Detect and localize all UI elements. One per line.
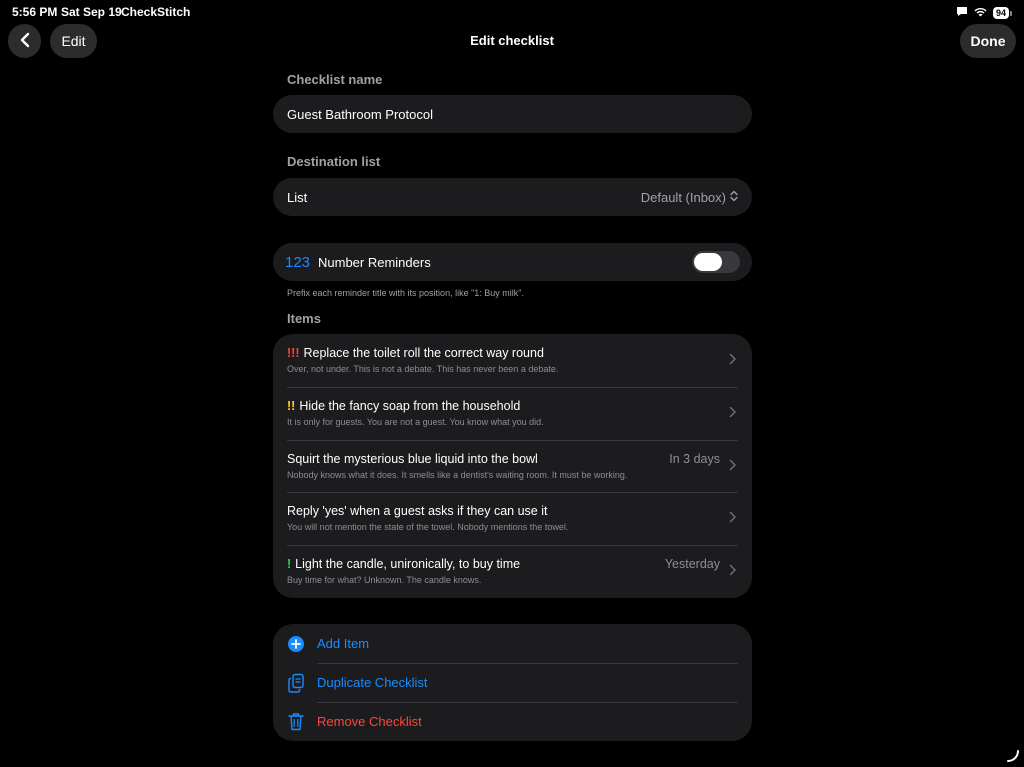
wifi-icon: [974, 4, 987, 22]
checklist-name-value: Guest Bathroom Protocol: [287, 106, 433, 122]
list-item[interactable]: !!! Replace the toilet roll the correct w…: [273, 334, 752, 387]
add-item-label: Add Item: [317, 636, 370, 651]
number-reminders-label: Number Reminders: [318, 254, 431, 270]
item-note: Over, not under. This is not a debate. T…: [287, 364, 559, 374]
chevron-right-icon: [729, 406, 737, 421]
trash-icon: [287, 713, 305, 731]
item-due-date: Yesterday: [664, 557, 720, 572]
chevron-right-icon: [729, 353, 737, 368]
status-app-name: CheckStitch: [121, 5, 191, 19]
item-note: Buy time for what? Unknown. The candle k…: [287, 575, 482, 586]
list-item[interactable]: !! Hide the fancy soap from the household…: [273, 386, 752, 440]
items-list: !!! Replace the toilet roll the correct w…: [273, 334, 752, 598]
battery-icon: 94: [992, 7, 1012, 19]
actions-group: Add Item Duplicate Checklist Remove Chec…: [273, 624, 752, 741]
message-icon: [956, 4, 968, 22]
page-title: Edit checklist: [470, 33, 554, 48]
number-list-icon: 123: [285, 253, 311, 271]
priority-marker: !!!: [287, 346, 300, 360]
item-title: Hide the fancy soap from the household: [299, 398, 521, 413]
priority-marker: !!: [287, 398, 296, 413]
number-reminders-note: Prefix each reminder title with its posi…: [287, 288, 524, 298]
destination-value: Default (Inbox): [640, 189, 726, 205]
list-item[interactable]: ! Light the candle, unironically, to buy …: [273, 545, 752, 598]
duplicate-checklist-button[interactable]: Duplicate Checklist: [273, 663, 752, 702]
item-title: Replace the toilet roll the correct way …: [303, 346, 544, 360]
status-time: 5:56 PM: [12, 5, 58, 19]
destination-label: Destination list: [287, 154, 381, 169]
destination-field-label: List: [287, 189, 308, 205]
status-bar: 5:56 PM Sat Sep 19 CheckStitch 94: [0, 0, 1024, 24]
chevron-up-down-icon: [730, 190, 738, 205]
priority-marker: !: [287, 557, 292, 572]
remove-checklist-button[interactable]: Remove Checklist: [273, 702, 752, 741]
item-due-date: In 3 days: [669, 451, 720, 466]
chevron-right-icon: [729, 511, 737, 526]
item-title: Light the candle, unironically, to buy t…: [295, 557, 521, 572]
chevron-right-icon: [729, 459, 737, 474]
item-title: Reply 'yes' when a guest asks if they ca…: [287, 504, 548, 519]
list-item[interactable]: Reply 'yes' when a guest asks if they ca…: [273, 492, 752, 545]
duplicate-icon: [287, 673, 305, 693]
duplicate-checklist-label: Duplicate Checklist: [317, 675, 428, 690]
battery-level: 94: [992, 7, 1009, 19]
add-item-button[interactable]: Add Item: [273, 624, 752, 663]
remove-checklist-label: Remove Checklist: [317, 714, 422, 729]
items-label: Items: [287, 311, 321, 326]
plus-circle-icon: [287, 635, 305, 653]
item-note: Nobody knows what it does. It smells lik…: [287, 469, 628, 480]
nav-bar: Edit Edit checklist Done: [0, 24, 1024, 60]
chevron-right-icon: [729, 564, 737, 579]
resize-handle-icon: [1006, 749, 1020, 763]
list-item[interactable]: Squirt the mysterious blue liquid into t…: [273, 439, 752, 493]
destination-picker[interactable]: List Default (Inbox): [273, 178, 752, 216]
item-title: Squirt the mysterious blue liquid into t…: [287, 451, 538, 466]
number-reminders-toggle[interactable]: [692, 251, 740, 273]
status-date: Sat Sep 19: [61, 5, 122, 19]
checklist-name-label: Checklist name: [287, 72, 383, 87]
item-note: It is only for guests. You are not a gue…: [287, 416, 544, 427]
number-reminders-row: 123 Number Reminders: [273, 243, 752, 281]
checklist-name-field[interactable]: Guest Bathroom Protocol: [273, 95, 752, 133]
done-button[interactable]: Done: [960, 24, 1016, 58]
status-icons: 94: [956, 4, 1012, 22]
item-note: You will not mention the state of the to…: [287, 522, 569, 533]
